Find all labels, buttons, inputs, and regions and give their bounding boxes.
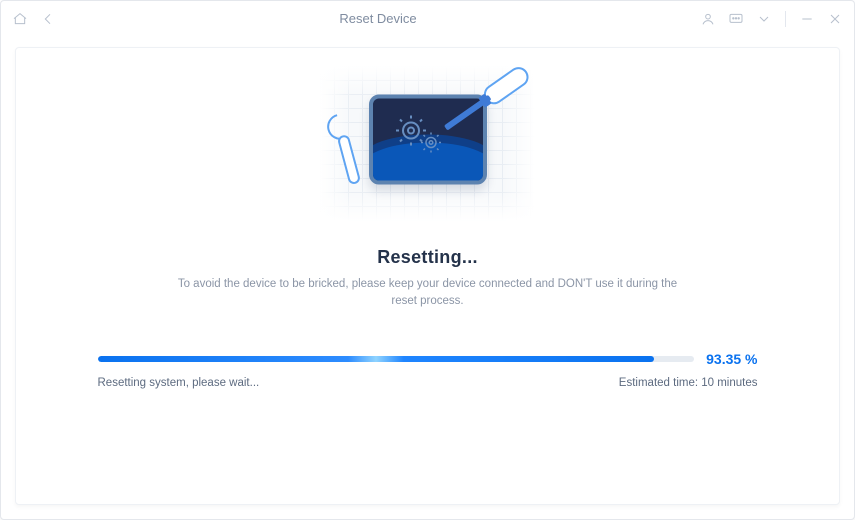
progress-percent: 93.35 % [706,351,757,367]
chevron-down-icon[interactable] [755,10,773,28]
user-icon[interactable] [699,10,717,28]
illustration [320,66,535,221]
progress-labels: Resetting system, please wait... Estimat… [98,377,758,389]
status-title: Resetting... [377,247,478,268]
status-hint: To avoid the device to be bricked, pleas… [168,276,688,311]
minimize-icon[interactable] [798,10,816,28]
window-title: Reset Device [65,11,691,26]
progress-left-label: Resetting system, please wait... [98,377,260,389]
separator [785,11,786,27]
progress-bar [98,356,695,362]
home-icon[interactable] [11,10,29,28]
message-icon[interactable] [727,10,745,28]
close-icon[interactable] [826,10,844,28]
content-panel: Resetting... To avoid the device to be b… [15,47,840,505]
progress-right-label: Estimated time: 10 minutes [619,377,758,389]
back-icon[interactable] [39,10,57,28]
progress-fill [98,356,655,362]
progress-row: 93.35 % [98,351,758,367]
title-bar: Reset Device [1,1,854,37]
app-window: Reset Device [0,0,855,520]
gear-icon [395,114,445,154]
